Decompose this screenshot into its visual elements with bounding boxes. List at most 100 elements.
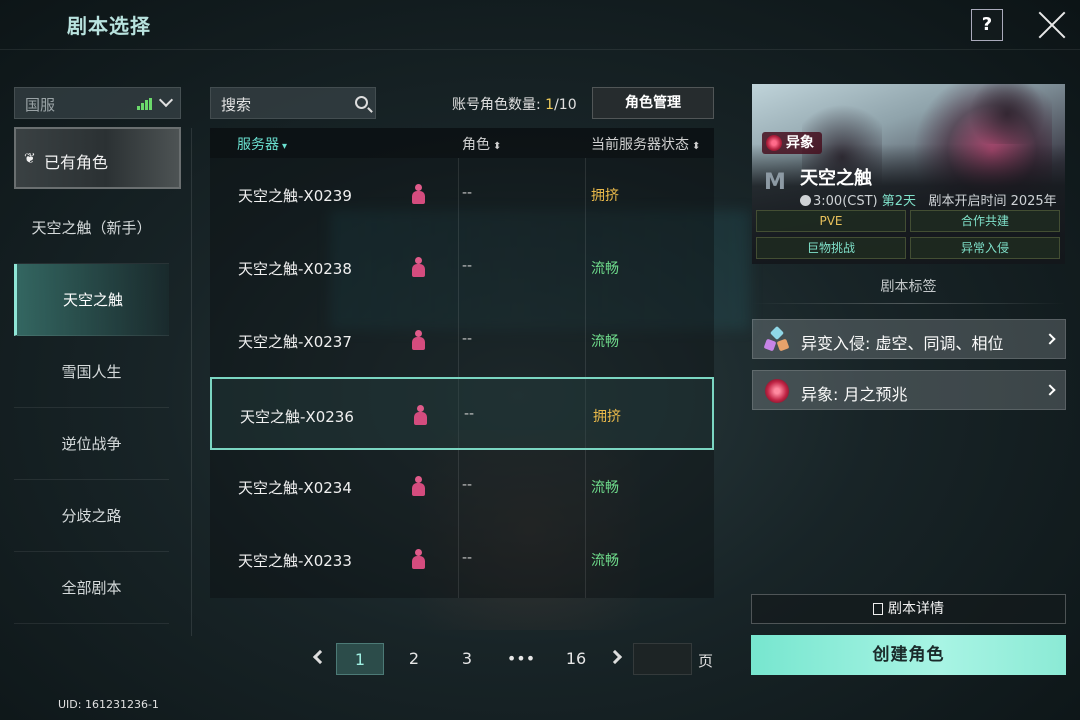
search-placeholder: 搜索 [221,96,252,114]
player-icon [410,184,426,204]
next-page-icon[interactable] [607,649,623,665]
tag-row-mutation[interactable]: 异变入侵: 虚空、同调、相位 [752,319,1066,359]
role-value: -- [462,331,473,347]
have-role-label: 已有角色 [44,153,109,172]
tag-row-label: 异象: 月之预兆 [801,385,908,404]
page-16[interactable]: 16 [552,643,600,675]
script-list: 天空之触（新手） 天空之触 雪国人生 逆位战争 分歧之路 全部剧本 [14,192,169,624]
table-row[interactable]: 天空之触-X0239 -- 拥挤 [210,158,714,231]
role-value: -- [462,258,473,274]
sidebar-item-divergent-path[interactable]: 分歧之路 [14,480,169,552]
player-icon [410,257,426,277]
red-orb-icon [765,379,789,403]
role-value: -- [462,185,473,201]
server-table: 天空之触-X0239 -- 拥挤 天空之触-X0238 -- 流畅 天空之触-X0237 --… [210,158,714,598]
table-row[interactable]: 天空之触-X0234 -- 流畅 [210,450,714,523]
search-icon[interactable] [355,96,368,109]
script-banner: 异象 M 天空之触 3:00(CST) 第2天 剧本开启时间 2025年 PVE… [752,84,1065,264]
account-count-label: 账号角色数量: [452,97,546,113]
top-bar: 剧本选择 ? [0,0,1080,50]
sidebar-item-label: 分歧之路 [61,507,122,525]
account-count-value: 1 [545,97,555,113]
page-1[interactable]: 1 [336,643,384,675]
page-suffix: 页 [698,652,714,670]
server-name: 天空之触-X0236 [240,408,354,426]
prev-page-icon[interactable] [312,649,328,665]
page-3[interactable]: 3 [443,643,491,675]
divider [191,128,192,636]
signal-icon [137,98,153,110]
page-jump-input[interactable] [633,643,692,675]
page-title: 剧本选择 [67,14,151,38]
server-name: 天空之触-X0234 [238,479,352,497]
table-row[interactable]: 天空之触-X0237 -- 流畅 [210,304,714,377]
tag-row-omen[interactable]: 异象: 月之预兆 [752,370,1066,410]
tag-row-label: 异变入侵: 虚空、同调、相位 [801,334,1004,353]
page-2[interactable]: 2 [390,643,438,675]
script-name: 天空之触 [800,168,872,189]
sidebar-item-reversal-war[interactable]: 逆位战争 [14,408,169,480]
help-button[interactable]: ? [971,9,1003,41]
tag-invasion: 异常入侵 [910,237,1060,259]
sidebar-item-all-scripts[interactable]: 全部剧本 [14,552,169,624]
sidebar-item-skytouch[interactable]: 天空之触 [14,264,169,336]
header-server-label: 服务器 [237,137,279,153]
status-value: 拥挤 [591,188,619,204]
role-management-button[interactable]: 角色管理 [592,87,714,119]
chevron-down-icon [158,92,174,108]
have-role-button[interactable]: ❦ 已有角色 [14,127,181,189]
server-name: 天空之触-X0239 [238,187,352,205]
chevron-right-icon [1044,333,1056,345]
divider [752,303,1065,304]
sidebar-item-label: 天空之触（新手） [31,219,152,237]
status-value: 拥挤 [593,409,621,425]
page-ellipsis: ••• [506,649,536,668]
sidebar-item-snow-country[interactable]: 雪国人生 [14,336,169,408]
status-value: 流畅 [591,553,619,569]
sort-down-icon: ▾ [282,141,288,152]
document-icon [873,603,883,615]
time-text: 3:00(CST) [813,194,878,209]
search-input[interactable]: 搜索 [210,87,376,119]
header-status-label: 当前服务器状态 [591,137,689,153]
sort-icon: ⬍ [493,141,502,152]
status-value: 流畅 [591,334,619,350]
sidebar-item-label: 雪国人生 [61,363,122,381]
table-header: 服务器 ▾ 角色 ⬍ 当前服务器状态 ⬍ [210,128,714,158]
create-role-button[interactable]: 创建角色 [751,635,1066,675]
uid-text: UID: 161231236-1 [58,698,159,711]
tag-pve: PVE [756,210,906,232]
open-time-text: 剧本开启时间 2025年 [928,194,1057,209]
server-name: 天空之触-X0238 [238,260,352,278]
role-value: -- [462,550,473,566]
header-status[interactable]: 当前服务器状态 ⬍ [591,134,700,154]
status-value: 流畅 [591,261,619,277]
sidebar-item-skytouch-novice[interactable]: 天空之触（新手） [14,192,169,264]
account-count-total: /10 [554,97,577,113]
sidebar-item-label: 天空之触 [62,291,123,309]
player-icon [410,330,426,350]
sidebar-item-label: 全部剧本 [61,579,122,597]
region-select[interactable]: 国服 [14,87,181,119]
player-icon [410,549,426,569]
chevron-right-icon [1044,384,1056,396]
table-row[interactable]: 天空之触-X0238 -- 流畅 [210,231,714,304]
role-value: -- [464,406,475,422]
server-name: 天空之触-X0233 [238,552,352,570]
player-icon [410,476,426,496]
script-detail-button[interactable]: 剧本详情 [751,594,1066,624]
close-icon[interactable] [1036,8,1068,40]
script-time-info: 3:00(CST) 第2天 剧本开启时间 2025年 [800,190,1065,209]
anomaly-badge: 异象 [762,132,822,154]
player-icon [412,405,428,425]
region-label: 国服 [25,96,56,114]
badge-label: 异象 [786,135,814,151]
anomaly-shapes-icon [763,325,790,352]
header-role[interactable]: 角色 ⬍ [462,134,501,154]
status-value: 流畅 [591,480,619,496]
table-row[interactable]: 天空之触-X0233 -- 流畅 [210,523,714,596]
header-server[interactable]: 服务器 ▾ [237,134,287,154]
table-row[interactable]: 天空之触-X0236 -- 拥挤 [210,377,714,450]
clock-icon [800,195,811,206]
day-text: 第2天 [881,194,917,209]
